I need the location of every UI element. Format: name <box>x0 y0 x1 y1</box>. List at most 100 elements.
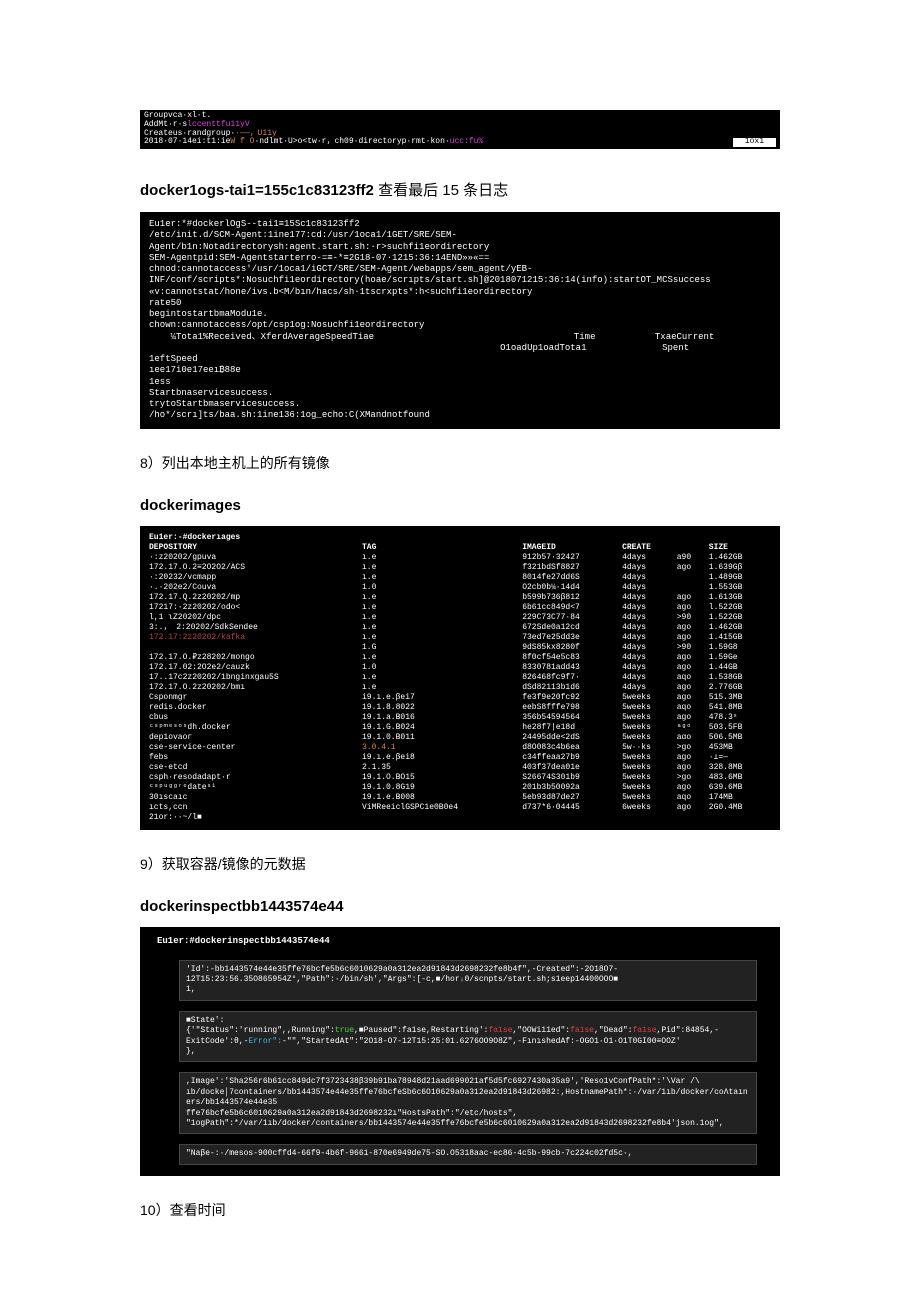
images-cell: 4days <box>622 633 677 643</box>
images-cell: l,1 ιZ20202/dpc <box>149 613 362 623</box>
images-command-line: Eu1er:-#dockerıages <box>149 533 771 543</box>
images-cell: 5weeks <box>622 723 677 733</box>
images-cell: ı.e <box>362 673 522 683</box>
images-cell: 1.462GB <box>709 553 771 563</box>
images-cell: 21or:··~/l■ <box>149 813 362 823</box>
images-row: 172.17.02:2O2e2/cauzk1.08330781add434day… <box>149 663 771 673</box>
images-cell: 19.1.O.BO15 <box>362 773 522 783</box>
log-line: rate50 <box>149 298 771 309</box>
images-cell: 4days <box>622 573 677 583</box>
images-cell: ı.e <box>362 593 522 603</box>
images-cell <box>677 813 709 823</box>
images-cell: 4days <box>622 583 677 593</box>
images-row: cse-etcd2.1.35403f37dea01e5weeksago328.8… <box>149 763 771 773</box>
images-cell: 8014fe27dd6S <box>522 573 622 583</box>
images-cell: 1.538GB <box>709 673 771 683</box>
images-cell: 3.0.4.1 <box>362 743 522 753</box>
images-header-cell: IMAGEID <box>522 543 622 553</box>
images-cell: fe3f9e20fc92 <box>522 693 622 703</box>
images-cell: 5weeks <box>622 753 677 763</box>
images-cell: 24495dde<2dS <box>522 733 622 743</box>
images-cell: b599b736β812 <box>522 593 622 603</box>
page-size-box: 1ox1 <box>733 138 776 147</box>
terminal-fragment-top: Groupvca·xl·t. AddMt·r·slccenttfu11yV Cr… <box>140 110 780 149</box>
images-cell: d8O083c4b6ea <box>522 743 622 753</box>
images-cell: 483.6MB <box>709 773 771 783</box>
images-cell: 201b3b50092a <box>522 783 622 793</box>
terminal-logs-output: Eu1er:*#dockerlOgS--tai1≡15Sc1c83123ff2 /… <box>140 212 780 429</box>
images-cell: ago <box>677 713 709 723</box>
images-row: 172.17.Q.2z20202/mpı.eb599b736β8124daysa… <box>149 593 771 603</box>
images-cell: 672Sde0a12cd <box>522 623 622 633</box>
images-cell: ı.e <box>362 573 522 583</box>
images-cell: f321bdSf8827 <box>522 563 622 573</box>
images-cell: i9.ı.e.βei7 <box>362 693 522 703</box>
images-cell: ·⊥=— <box>709 753 771 763</box>
log-line: O1oadUp1oadTota1 Spent 1eftSpeed <box>149 343 771 366</box>
section-title-logs: docker1ogs-tai1=155c1c83123ff2 查看最后 15 条… <box>140 179 780 200</box>
images-cell: 4days <box>622 643 677 653</box>
images-cell: 503.5FB <box>709 723 771 733</box>
images-cell: 515.3MB <box>709 693 771 703</box>
log-line: INF/conf/scripts*:Nosuchfi1eordirectory(… <box>149 275 771 286</box>
images-cell: 73ed7e25dd3e <box>522 633 622 643</box>
images-row: Csponmgri9.ı.e.βei7fe3f9e20fc925weeksago… <box>149 693 771 703</box>
images-cell: ago <box>677 603 709 613</box>
images-cell: ı.e <box>362 633 522 643</box>
images-cell: 541.8MB <box>709 703 771 713</box>
images-cell: 5weeks <box>622 783 677 793</box>
images-cell: ago <box>677 763 709 773</box>
images-cell: 453MB <box>709 743 771 753</box>
images-cell: ·.·202e2/Couva <box>149 583 362 593</box>
images-row: ·.·202e2/Couva1.0O2cb0b¼·14d44days1.553G… <box>149 583 771 593</box>
images-cell: 826468fc9f7· <box>522 673 622 683</box>
images-cell: Csponmgr <box>149 693 362 703</box>
images-cell: 172.17.O.₽z28202/mongo <box>149 653 362 663</box>
images-cell: ı.e <box>362 623 522 633</box>
section-title-inspect: dockerinspectbb1443574e44 <box>140 898 780 915</box>
images-cell: i9.ı.e.βei8 <box>362 753 522 763</box>
inspect-block-state: ■State':{'"Status":'running",,Running":t… <box>179 1011 757 1063</box>
log-line: begintostartbmaModu1e. <box>149 309 771 320</box>
log-line: Eu1er:*#dockerlOgS--tai1≡15Sc1c83123ff2 <box>149 219 771 230</box>
inspect-command-line: Eu1er:#dockerinspectbb1443574e44 <box>149 934 771 950</box>
images-row: cse-service-center3.0.4.1d8O083c4b6ea5w·… <box>149 743 771 753</box>
log-line: ıee17i0e17eeı₿88e 1ess <box>149 365 771 388</box>
images-cell: aqo <box>677 703 709 713</box>
images-cell: 4days <box>622 663 677 673</box>
images-cell: ago <box>677 653 709 663</box>
images-cell: ıcts,ccn <box>149 803 362 813</box>
images-cell: ago <box>677 683 709 693</box>
images-cell: 912b57·32427 <box>522 553 622 563</box>
images-cell: 5weeks <box>622 793 677 803</box>
images-cell <box>709 813 771 823</box>
images-cell: 4days <box>622 683 677 693</box>
images-row: ᶜˢᵖᵘᵍᵍʳᵉdateˢ¹19.1.0.8G19201b3b50092a5we… <box>149 783 771 793</box>
images-cell: >90 <box>677 613 709 623</box>
images-cell: 1.639Gβ <box>709 563 771 573</box>
images-cell <box>362 813 522 823</box>
images-cell: a90 <box>677 553 709 563</box>
log-line: /ho*/scrı]ts/baa.sh:1ine136:1og_echo:C(X… <box>149 410 771 421</box>
images-cell: ı.e <box>362 613 522 623</box>
log-line: «v:cannotstat/hone/ivs.b<M/bın/hacs/sh·1… <box>149 287 771 298</box>
images-cell: 4days <box>622 623 677 633</box>
images-row: 172.17:2z20202/kafkaı.e73ed7e25dd3e4days… <box>149 633 771 643</box>
images-cell: ı.e <box>362 553 522 563</box>
images-cell: 8330781add43 <box>522 663 622 673</box>
images-cell: 172.17.O.2≡2O2O2/ACS <box>149 563 362 573</box>
images-cell: 1.522GB <box>709 613 771 623</box>
images-cell: 4days <box>622 613 677 623</box>
images-row: redis.docker19.1.8.8022eebS8fffe7985week… <box>149 703 771 713</box>
images-cell: ago <box>677 593 709 603</box>
images-row: febsi9.ı.e.βei8c34ffeaa27b95weeksago·⊥=— <box>149 753 771 763</box>
images-cell: 19.1.a.B016 <box>362 713 522 723</box>
inspect-block-id: 'Id':-bb1443574e44e35ffe76bcfe5b6c601062… <box>179 960 757 1001</box>
images-row: 21or:··~/l■ <box>149 813 771 823</box>
images-cell: ı.e <box>362 653 522 663</box>
images-cell: ago <box>677 633 709 643</box>
images-cell: c34ffeaa27b9 <box>522 753 622 763</box>
images-cell: 4days <box>622 673 677 683</box>
images-cell: 506.5MB <box>709 733 771 743</box>
images-cell: 8f0cf54e5c83 <box>522 653 622 663</box>
